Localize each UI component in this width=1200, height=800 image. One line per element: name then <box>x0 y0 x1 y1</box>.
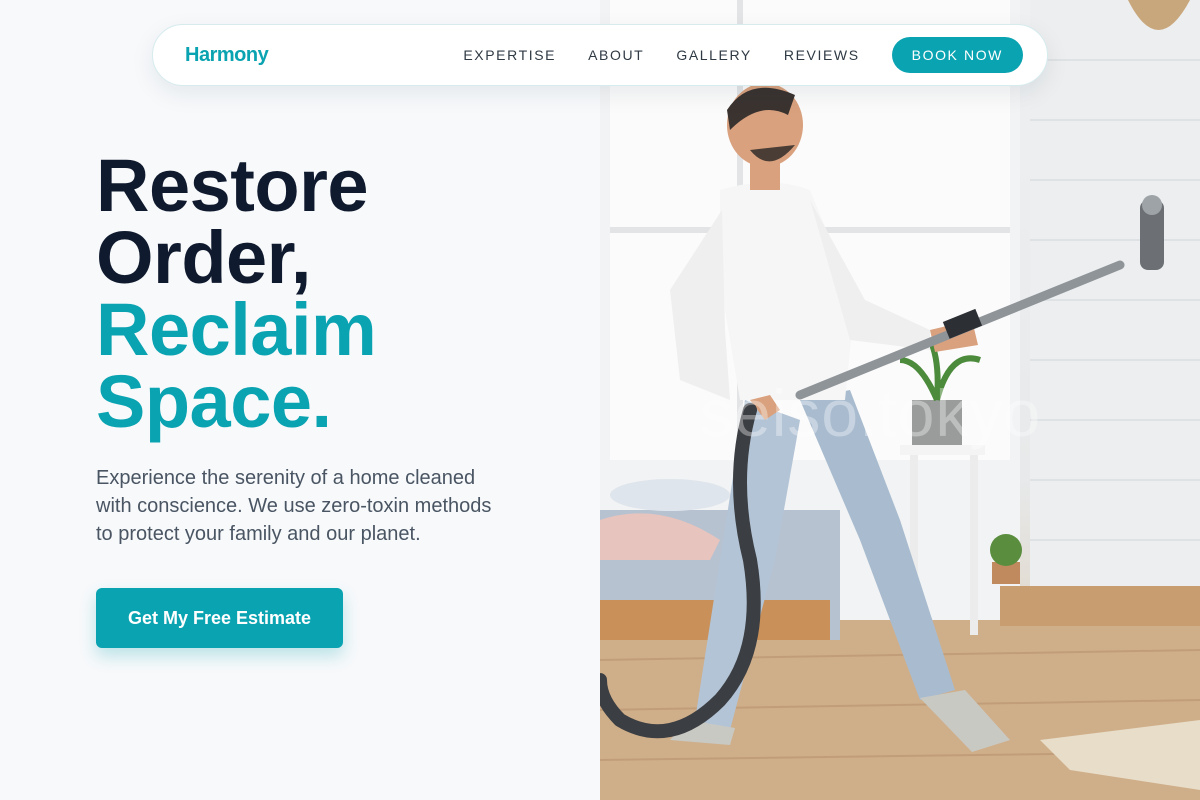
headline-line-1: Restore <box>96 144 369 227</box>
headline-line-3: Reclaim <box>96 288 377 371</box>
headline-line-2: Order, <box>96 216 312 299</box>
nav-link-reviews[interactable]: REVIEWS <box>784 47 860 63</box>
hero-description: Experience the serenity of a home cleane… <box>96 467 492 545</box>
headline-line-4: Space. <box>96 360 332 443</box>
nav-link-about[interactable]: ABOUT <box>588 47 644 63</box>
hero-headline: Restore Order, Reclaim Space. <box>96 144 556 443</box>
book-now-button[interactable]: BOOK NOW <box>891 37 1023 73</box>
photo-watermark: seiso.tokyo <box>700 376 1042 450</box>
hero-section: Restore Order, Reclaim Space. Experience… <box>96 144 556 648</box>
free-estimate-button[interactable]: Get My Free Estimate <box>96 588 343 648</box>
brand-logo[interactable]: Harmony <box>185 44 269 67</box>
nav-link-expertise[interactable]: EXPERTISE <box>463 47 556 63</box>
nav-links: EXPERTISE ABOUT GALLERY REVIEWS <box>463 47 859 63</box>
navbar: Harmony EXPERTISE ABOUT GALLERY REVIEWS … <box>152 24 1048 86</box>
nav-link-gallery[interactable]: GALLERY <box>676 47 752 63</box>
